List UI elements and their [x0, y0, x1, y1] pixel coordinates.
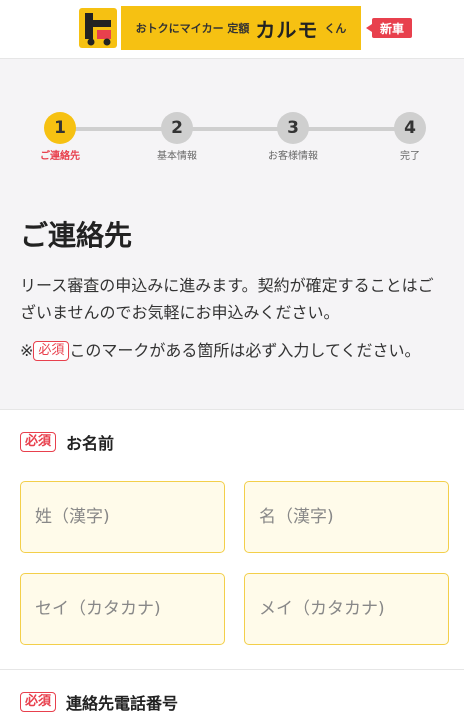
- logo-kun: くん: [324, 22, 347, 35]
- name-label-text: お名前: [66, 434, 115, 453]
- step-2-label: 基本情報: [157, 151, 197, 162]
- last-name-kanji-input[interactable]: [20, 481, 225, 553]
- page-title: ご連絡先: [20, 219, 133, 252]
- phone-label-text: 連絡先電話番号: [66, 694, 179, 713]
- required-badge: 必須: [20, 692, 57, 712]
- header: おトクにマイカー 定額 カルモ くん 新車: [0, 0, 464, 58]
- logo-tagline: おトクにマイカー 定額: [135, 22, 250, 35]
- progress-stepper: 1 2 3 4 ご連絡先 基本情報 お客様情報 完了: [0, 112, 464, 162]
- name-field-label: 必須 お名前: [20, 430, 114, 454]
- page-description: リース審査の申込みに進みます。契約が確定することはございませんのでお気軽にお申込…: [20, 276, 434, 322]
- step-4-circle: 4: [394, 112, 426, 144]
- step-2-circle: 2: [161, 112, 193, 144]
- required-badge: 必須: [20, 432, 57, 452]
- first-name-kana-input[interactable]: [244, 573, 449, 645]
- logo-name: カルモ: [255, 17, 319, 42]
- section-divider: [0, 669, 464, 670]
- last-name-kana-input[interactable]: [20, 573, 225, 645]
- first-name-kanji-input[interactable]: [244, 481, 449, 553]
- new-car-badge: 新車: [366, 18, 412, 38]
- phone-field-label: 必須 連絡先電話番号: [20, 690, 178, 714]
- step-4-label: 完了: [400, 151, 420, 162]
- step-3-label: お客様情報: [268, 151, 318, 162]
- step-1-label: ご連絡先: [40, 151, 80, 162]
- car-logo-icon: [79, 8, 117, 48]
- note-text: このマークがある箇所は必ず入力してください。: [69, 341, 421, 360]
- required-badge: 必須: [33, 341, 70, 361]
- step-3-circle: 3: [277, 112, 309, 144]
- required-note: ※ 必須 このマークがある箇所は必ず入力してください。: [20, 338, 448, 364]
- brand-logo[interactable]: おトクにマイカー 定額 カルモ くん: [121, 6, 361, 50]
- note-prefix: ※: [20, 341, 34, 360]
- stepper-track: [60, 127, 410, 131]
- step-1-circle: 1: [44, 112, 76, 144]
